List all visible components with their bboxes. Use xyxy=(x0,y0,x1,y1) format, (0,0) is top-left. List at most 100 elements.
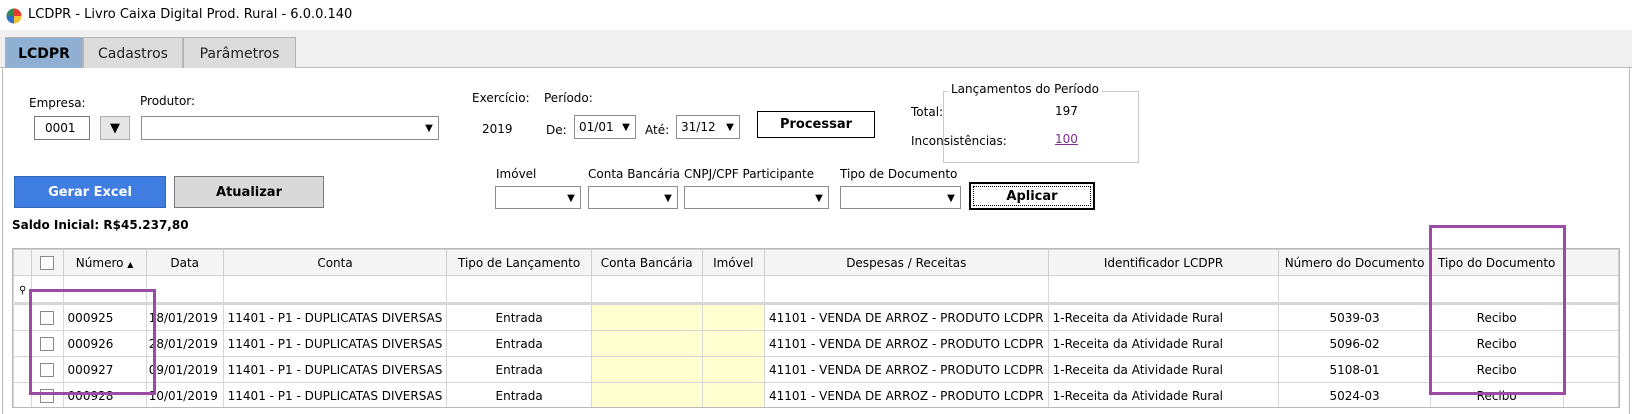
cell-imovel[interactable] xyxy=(701,304,765,331)
cnpj-filter-select[interactable]: ▼ xyxy=(684,186,829,209)
row-checkbox[interactable] xyxy=(40,388,55,403)
cell-numero[interactable]: 000927 xyxy=(62,356,147,383)
col-header-despesas-receitas[interactable]: Despesas / Receitas xyxy=(763,249,1049,276)
produtor-select[interactable]: ▼ xyxy=(141,116,439,140)
col-header-conta[interactable]: Conta xyxy=(222,249,448,276)
cell-conta[interactable]: 11401 - P1 - DUPLICATAS DIVERSAS xyxy=(222,330,448,357)
tab-parametros[interactable]: Parâmetros xyxy=(183,37,296,69)
cell-numero-documento[interactable]: 5024-03 xyxy=(1278,382,1431,407)
cell-numero-documento[interactable]: 5039-03 xyxy=(1278,304,1431,331)
cell-tipo-lancamento[interactable]: Entrada xyxy=(446,304,592,331)
cell-imovel[interactable] xyxy=(701,382,765,407)
exercicio-value: 2019 xyxy=(482,122,513,136)
cell-tipo-lancamento[interactable]: Entrada xyxy=(446,382,592,407)
col-header-tipo-documento[interactable]: Tipo do Documento xyxy=(1429,249,1564,276)
select-all-header[interactable] xyxy=(31,249,64,276)
empresa-input[interactable]: 0001 xyxy=(34,116,90,140)
ate-date-input[interactable]: 31/12 ▼ xyxy=(676,115,740,139)
cell-filler xyxy=(1562,304,1619,331)
cell-tipo-documento[interactable]: Recibo xyxy=(1429,330,1564,357)
filter-cell[interactable] xyxy=(145,275,224,303)
empresa-lookup-button[interactable]: ▼ xyxy=(100,116,130,140)
tab-cadastros[interactable]: Cadastros xyxy=(83,37,183,69)
table-row[interactable]: 000927 09/01/2019 11401 - P1 - DUPLICATA… xyxy=(13,356,1619,383)
cell-tipo-lancamento[interactable]: Entrada xyxy=(446,330,592,357)
tipo-documento-filter-select[interactable]: ▼ xyxy=(840,186,961,209)
table-row[interactable]: 000926 28/01/2019 11401 - P1 - DUPLICATA… xyxy=(13,330,1619,357)
filter-cell[interactable] xyxy=(1278,275,1431,303)
col-header-imovel[interactable]: Imóvel xyxy=(701,249,765,276)
cell-numero[interactable]: 000926 xyxy=(62,330,147,357)
cell-identificador-lcdpr[interactable]: 1-Receita da Atividade Rural xyxy=(1047,304,1280,331)
imovel-filter-select[interactable]: ▼ xyxy=(495,186,581,209)
cell-numero[interactable]: 000925 xyxy=(62,304,147,331)
cell-numero-documento[interactable]: 5108-01 xyxy=(1278,356,1431,383)
cell-data[interactable]: 10/01/2019 xyxy=(145,382,224,407)
table-row[interactable]: 000925 18/01/2019 11401 - P1 - DUPLICATA… xyxy=(13,304,1619,331)
cell-despesas-receitas[interactable]: 41101 - VENDA DE ARROZ - PRODUTO LCDPR xyxy=(763,304,1049,331)
atualizar-button[interactable]: Atualizar xyxy=(174,176,324,208)
chevron-down-icon: ▼ xyxy=(567,192,575,204)
cell-numero-documento[interactable]: 5096-02 xyxy=(1278,330,1431,357)
tab-lcdpr[interactable]: LCDPR xyxy=(5,37,83,70)
row-checkbox[interactable] xyxy=(40,336,55,351)
processar-button[interactable]: Processar xyxy=(757,111,875,138)
de-date-input[interactable]: 01/01 ▼ xyxy=(574,115,636,139)
cell-conta-bancaria[interactable] xyxy=(590,356,703,383)
cell-conta-bancaria[interactable] xyxy=(590,330,703,357)
filter-cell[interactable] xyxy=(31,275,64,303)
row-select-cell[interactable] xyxy=(31,356,64,383)
cell-despesas-receitas[interactable]: 41101 - VENDA DE ARROZ - PRODUTO LCDPR xyxy=(763,356,1049,383)
cell-imovel[interactable] xyxy=(701,356,765,383)
col-header-numero-documento[interactable]: Número do Documento xyxy=(1278,249,1431,276)
cell-data[interactable]: 28/01/2019 xyxy=(145,330,224,357)
cell-tipo-documento[interactable]: Recibo xyxy=(1429,356,1564,383)
lancamentos-table: Número ▲ Data Conta Tipo de Lançamento C… xyxy=(13,249,1619,407)
filter-cell[interactable] xyxy=(446,275,592,303)
col-header-data[interactable]: Data xyxy=(145,249,224,276)
cell-conta-bancaria[interactable] xyxy=(590,382,703,407)
col-header-identificador-lcdpr[interactable]: Identificador LCDPR xyxy=(1047,249,1280,276)
cell-imovel[interactable] xyxy=(701,330,765,357)
filter-cell[interactable] xyxy=(1429,275,1564,303)
cell-identificador-lcdpr[interactable]: 1-Receita da Atividade Rural xyxy=(1047,356,1280,383)
cell-conta[interactable]: 11401 - P1 - DUPLICATAS DIVERSAS xyxy=(222,356,448,383)
row-select-cell[interactable] xyxy=(31,330,64,357)
cell-conta[interactable]: 11401 - P1 - DUPLICATAS DIVERSAS xyxy=(222,382,448,407)
filter-cell[interactable] xyxy=(1047,275,1280,303)
row-checkbox[interactable] xyxy=(40,310,55,325)
filter-cell[interactable] xyxy=(763,275,1049,303)
filter-cell[interactable] xyxy=(701,275,765,303)
conta-bancaria-filter-select[interactable]: ▼ xyxy=(588,186,678,209)
table-row[interactable]: 000928 10/01/2019 11401 - P1 - DUPLICATA… xyxy=(13,382,1619,407)
col-header-numero[interactable]: Número ▲ xyxy=(62,249,147,276)
filter-cell[interactable] xyxy=(222,275,448,303)
cell-tipo-documento[interactable]: Recibo xyxy=(1429,382,1564,407)
inconsistencias-link[interactable]: 100 xyxy=(1055,132,1078,146)
cell-identificador-lcdpr[interactable]: 1-Receita da Atividade Rural xyxy=(1047,382,1280,407)
cell-data[interactable]: 18/01/2019 xyxy=(145,304,224,331)
cell-tipo-lancamento[interactable]: Entrada xyxy=(446,356,592,383)
row-select-cell[interactable] xyxy=(31,382,64,407)
cell-conta-bancaria[interactable] xyxy=(590,304,703,331)
col-header-conta-bancaria[interactable]: Conta Bancária xyxy=(590,249,703,276)
filter-cell[interactable] xyxy=(590,275,703,303)
cell-despesas-receitas[interactable]: 41101 - VENDA DE ARROZ - PRODUTO LCDPR xyxy=(763,382,1049,407)
cell-despesas-receitas[interactable]: 41101 - VENDA DE ARROZ - PRODUTO LCDPR xyxy=(763,330,1049,357)
select-all-checkbox[interactable] xyxy=(40,255,55,270)
row-checkbox[interactable] xyxy=(40,362,55,377)
filter-cell[interactable] xyxy=(62,275,147,303)
produtor-label: Produtor: xyxy=(140,94,196,108)
col-header-tipo-lancamento[interactable]: Tipo de Lançamento xyxy=(446,249,592,276)
cell-identificador-lcdpr[interactable]: 1-Receita da Atividade Rural xyxy=(1047,330,1280,357)
cell-data[interactable]: 09/01/2019 xyxy=(145,356,224,383)
lancamentos-grid: Número ▲ Data Conta Tipo de Lançamento C… xyxy=(12,248,1620,408)
col-header-filler xyxy=(1562,249,1619,276)
aplicar-button[interactable]: Aplicar xyxy=(969,182,1095,210)
cell-numero[interactable]: 000928 xyxy=(62,382,147,407)
app-logo-icon xyxy=(6,8,22,24)
cell-conta[interactable]: 11401 - P1 - DUPLICATAS DIVERSAS xyxy=(222,304,448,331)
row-select-cell[interactable] xyxy=(31,304,64,331)
cell-tipo-documento[interactable]: Recibo xyxy=(1429,304,1564,331)
gerar-excel-button[interactable]: Gerar Excel xyxy=(14,176,166,208)
